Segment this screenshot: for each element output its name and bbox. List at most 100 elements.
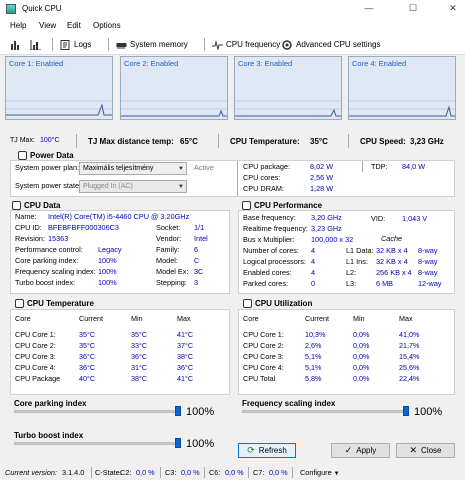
temperature-table: Core Current Min Max CPU Core 1: 35°C 35°C… [10, 309, 230, 395]
revision-label: Revision: [15, 234, 46, 243]
cell: 35°C [79, 341, 96, 350]
cpu-dram-label: CPU DRAM: [243, 184, 284, 193]
close-icon: ✕ [409, 445, 418, 455]
vid-label: VID: [371, 214, 386, 223]
configure-menu[interactable]: Configure ▼ [300, 468, 340, 477]
l2-value: 256 KB x 4 [376, 268, 412, 277]
logical-processors-label: Logical processors: [243, 257, 306, 266]
version-value: 3.1.4.0 [62, 468, 85, 477]
cstate-label: C-State: [95, 468, 122, 477]
cell: 15,4% [399, 352, 420, 361]
frequency-scaling-index-slider-thumb[interactable] [403, 406, 409, 416]
cell: 41°C [177, 374, 194, 383]
status-separator [204, 467, 205, 478]
core-3-graph: Core 3: Enabled [234, 56, 342, 120]
c6-label: C6: [209, 468, 221, 477]
menu-help[interactable]: Help [10, 21, 26, 30]
c7-label: C7: [253, 468, 265, 477]
model-ex-value: 3C [194, 267, 204, 276]
core-parking-index-track[interactable] [14, 410, 181, 413]
turbo-boost-index-track[interactable] [14, 442, 181, 445]
cell: 36°C [177, 363, 194, 372]
close-window-button[interactable]: ✕ [444, 2, 462, 15]
refresh-label: Refresh [258, 446, 287, 455]
table-row: CPU Core 3: 36°C 36°C 38°C [15, 351, 227, 362]
cell: CPU Core 2: [15, 341, 56, 350]
power-plan-label: System power plan: [15, 163, 80, 172]
table-header-row: Core Current Min Max [15, 313, 227, 324]
column-header: Core [15, 314, 31, 323]
bar-chart-icon [11, 40, 19, 50]
menu-edit[interactable]: Edit [67, 21, 81, 30]
l1-data-way: 8-way [418, 246, 438, 255]
c2-value: 0,0 % [136, 468, 155, 477]
cell: CPU Total [243, 374, 276, 383]
maximize-button[interactable]: ☐ [404, 2, 422, 15]
logs-button[interactable]: Logs [60, 37, 91, 52]
core-parking-index-slider-thumb[interactable] [175, 406, 181, 416]
advanced-cpu-settings-button[interactable]: Advanced CPU settings [282, 37, 381, 52]
menu-view[interactable]: View [39, 21, 56, 30]
family-value: 6 [194, 245, 199, 254]
refresh-button[interactable]: ⟳ Refresh [238, 443, 296, 458]
power-state-label: System power state: [15, 181, 82, 190]
cpu-id-value: BFEBFBFF000306C3 [48, 223, 119, 232]
frequency-scaling-index-track[interactable] [242, 410, 409, 413]
frequency-scaling-index-label: Frequency scaling index: [15, 267, 96, 276]
l1-ins-label: L1 Ins: [346, 257, 368, 266]
turbo-boost-index-slider-thumb[interactable] [175, 438, 181, 448]
advanced-cpu-settings-label: Advanced CPU settings [296, 40, 381, 49]
turbo-boost-index-value: 100% [98, 278, 117, 287]
cell: CPU Core 4: [243, 363, 284, 372]
cell: CPU Core 1: [15, 330, 56, 339]
close-button[interactable]: ✕ Close [396, 443, 455, 458]
cell: 22,4% [399, 374, 420, 383]
cpu-name-label: Name: [15, 212, 37, 221]
cell: 33°C [131, 341, 148, 350]
column-header: Core [243, 314, 259, 323]
column-chart-button[interactable] [30, 37, 41, 52]
core-parking-index-value: 100% [98, 256, 117, 265]
core-3-label: Core 3: Enabled [238, 59, 293, 68]
core-1-label: Core 1: Enabled [9, 59, 64, 68]
column-header: Current [79, 314, 103, 323]
cpu-temperature-label: CPU Temperature: [230, 137, 300, 146]
table-row: CPU Core 2: 2,6% 0,0% 21,7% [243, 340, 451, 351]
model-ex-label: Model Ex: [156, 267, 189, 276]
bar-chart-button[interactable] [10, 37, 21, 52]
cell: CPU Core 4: [15, 363, 56, 372]
power-plan-dropdown[interactable]: Maximális teljesítmény ▼ [79, 162, 187, 175]
app-icon [6, 4, 16, 14]
cpu-name-value: Intel(R) Core(TM) i5-4460 CPU @ 3.20GHz [48, 212, 190, 221]
cell: 0,0% [353, 363, 370, 372]
tjmax-value: 100°C [40, 137, 60, 144]
cpu-frequency-button[interactable]: CPU frequency [212, 37, 280, 52]
stepping-label: Stepping: [156, 278, 187, 287]
system-memory-button[interactable]: System memory [116, 37, 188, 52]
refresh-icon: ⟳ [247, 445, 255, 455]
title-bar: Quick CPU — ☐ ✕ [0, 0, 465, 18]
column-header: Min [353, 314, 365, 323]
table-row: CPU Package 40°C 38°C 41°C [15, 373, 227, 384]
cpu-performance-header: CPU Performance [242, 201, 322, 210]
tjmax-distance-label: TJ Max distance temp: [88, 137, 174, 146]
settings-icon [282, 39, 292, 50]
apply-button[interactable]: ✓ Apply [331, 443, 390, 458]
chevron-down-icon: ▼ [333, 471, 340, 477]
power-plan-value: Maximális teljesítmény [83, 165, 154, 172]
stepping-value: 3 [194, 278, 199, 287]
logs-icon [60, 39, 70, 50]
base-frequency-value: 3,20 GHz [311, 213, 342, 222]
menu-options[interactable]: Options [93, 21, 121, 30]
frequency-scaling-index-slider-label: Frequency scaling index [242, 399, 336, 408]
table-row: CPU Total 5,8% 0,0% 22,4% [243, 373, 451, 384]
vid-value: 1,043 V [402, 214, 428, 223]
l3-way: 12-way [418, 279, 442, 288]
table-header-row: Core Current Min Max [243, 313, 451, 324]
core-4-label: Core 4: Enabled [352, 59, 407, 68]
column-header: Min [131, 314, 143, 323]
minimize-button[interactable]: — [360, 2, 378, 15]
c6-value: 0,0 % [225, 468, 244, 477]
configure-label: Configure [300, 468, 332, 477]
power-state-dropdown[interactable]: Plugged In (AC) ▼ [79, 180, 187, 193]
